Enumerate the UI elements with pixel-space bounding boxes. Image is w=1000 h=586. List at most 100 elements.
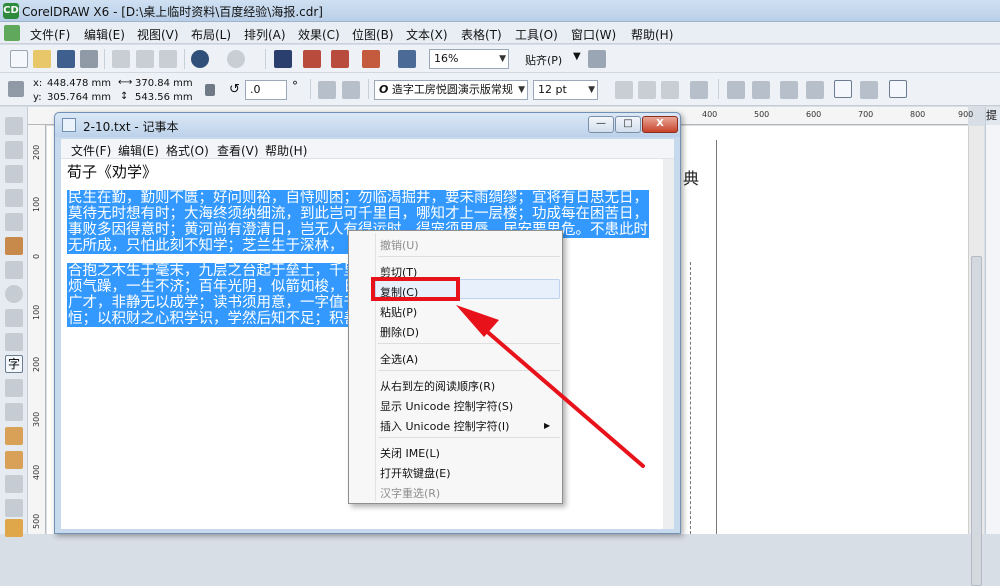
height-field[interactable]: 543.56 mm — [135, 92, 193, 103]
import-icon[interactable] — [303, 50, 321, 68]
canvas-vertical-scrollbar[interactable] — [968, 126, 984, 586]
full-screen-icon[interactable] — [398, 50, 416, 68]
connector-tool-icon[interactable] — [5, 427, 23, 445]
property-bar: x: 448.478 mm y: 305.764 mm ⟷ 370.84 mm … — [0, 73, 1000, 106]
width-field[interactable]: 370.84 mm — [135, 78, 193, 89]
notepad-titlebar[interactable]: 2-10.txt - 记事本 — □ X — [55, 113, 680, 137]
notepad-icon — [62, 118, 76, 132]
notepad-menu-file[interactable]: 文件(F) — [71, 142, 111, 159]
menu-item-reconversion[interactable]: 汉字重选(R) — [380, 485, 440, 501]
text-properties-icon[interactable] — [780, 81, 798, 99]
lock-ratio-icon[interactable] — [205, 84, 215, 96]
ruler-tick-label: 500 — [754, 110, 770, 119]
zoom-tool-icon[interactable] — [5, 189, 23, 207]
menu-item-paste[interactable]: 粘贴(P) — [380, 304, 417, 320]
edit-text-icon[interactable] — [806, 81, 824, 99]
mirror-horizontal-icon[interactable] — [318, 81, 336, 99]
minimize-button[interactable]: — — [588, 116, 614, 133]
zoom-level-combo[interactable]: 16% ▼ — [429, 49, 509, 69]
save-icon[interactable] — [57, 50, 75, 68]
italic-icon[interactable] — [638, 81, 656, 99]
menu-window[interactable]: 窗口(W) — [571, 26, 616, 43]
pick-tool-icon[interactable] — [5, 117, 23, 135]
crop-tool-icon[interactable] — [5, 165, 23, 183]
maximize-button[interactable]: □ — [615, 116, 641, 133]
notepad-menu-view[interactable]: 查看(V) — [217, 142, 259, 159]
vertical-text-icon[interactable] — [860, 81, 878, 99]
menu-layout[interactable]: 布局(L) — [191, 26, 231, 43]
app-title: CorelDRAW X6 - [D:\桌上临时资料\百度经验\海报.cdr] — [22, 5, 323, 19]
table-tool-icon[interactable] — [5, 379, 23, 397]
menu-arrange[interactable]: 排列(A) — [244, 26, 286, 43]
transparency-tool-icon[interactable] — [5, 475, 23, 493]
drop-cap-icon[interactable] — [752, 81, 770, 99]
rotation-field[interactable]: .0 — [245, 80, 287, 100]
menu-item-undo[interactable]: 撤销(U) — [380, 237, 419, 253]
fill-tool-icon[interactable] — [5, 519, 23, 537]
paragraph-line: 莫待无时想有时；大海终须纳细流，到此岂可千里目，哪知才上一层楼；功成每在困苦日， — [67, 206, 649, 222]
notepad-menu-help[interactable]: 帮助(H) — [265, 142, 307, 159]
cut-icon[interactable] — [112, 50, 130, 68]
menu-item-select-all[interactable]: 全选(A) — [380, 351, 418, 367]
basic-shapes-tool-icon[interactable] — [5, 333, 23, 351]
new-document-icon[interactable] — [10, 50, 28, 68]
paste-icon[interactable] — [159, 50, 177, 68]
bullet-list-icon[interactable] — [727, 81, 745, 99]
dimension-tool-icon[interactable] — [5, 403, 23, 421]
undo-icon[interactable] — [191, 50, 209, 68]
menu-item-delete[interactable]: 删除(D) — [380, 324, 419, 340]
snap-to-button[interactable]: 贴齐(P) — [525, 52, 562, 68]
font-size-combo[interactable]: 12 pt ▼ — [533, 80, 598, 100]
horizontal-text-icon[interactable] — [834, 80, 852, 98]
options-icon[interactable] — [588, 50, 606, 68]
copy-icon[interactable] — [136, 50, 154, 68]
export-icon[interactable] — [331, 50, 349, 68]
menu-edit[interactable]: 编辑(E) — [84, 26, 125, 43]
underline-icon[interactable] — [661, 81, 679, 99]
publish-pdf-icon[interactable] — [362, 50, 380, 68]
freehand-tool-icon[interactable] — [5, 213, 23, 231]
eyedropper-tool-icon[interactable] — [5, 499, 23, 517]
font-family-combo[interactable]: O 造字工房悦圆演示版常规 ▼ — [374, 80, 528, 100]
menu-effects[interactable]: 效果(C) — [298, 26, 340, 43]
interactive-oriented-text-icon[interactable] — [889, 80, 907, 98]
chevron-down-icon[interactable]: ▼ — [573, 51, 581, 62]
text-tool-icon[interactable]: 字 — [5, 355, 23, 373]
x-position-field[interactable]: 448.478 mm — [47, 78, 111, 89]
ruler-tick-label: 100 — [32, 304, 41, 320]
search-content-icon[interactable] — [274, 50, 292, 68]
reference-point-icon[interactable] — [8, 81, 24, 97]
notepad-menu-edit[interactable]: 编辑(E) — [118, 142, 159, 159]
ellipse-tool-icon[interactable] — [5, 285, 23, 303]
page-guide — [690, 262, 691, 534]
notepad-menu-format[interactable]: 格式(O) — [166, 142, 209, 159]
notepad-scrollbar[interactable] — [663, 159, 674, 529]
open-folder-icon[interactable] — [33, 50, 51, 68]
polygon-tool-icon[interactable] — [5, 309, 23, 327]
mirror-vertical-icon[interactable] — [342, 81, 360, 99]
rectangle-tool-icon[interactable] — [5, 261, 23, 279]
bold-icon[interactable] — [615, 81, 633, 99]
menu-bitmaps[interactable]: 位图(B) — [352, 26, 394, 43]
docker-tab[interactable]: 提 — [986, 107, 1000, 125]
menu-text[interactable]: 文本(X) — [406, 26, 448, 43]
text-align-icon[interactable] — [690, 81, 708, 99]
paragraph-line: 恒；以积财之心积学识，学然后知不足；积善 得！ — [67, 311, 393, 327]
canvas-text-fragment[interactable]: 典 — [683, 165, 699, 189]
menu-view[interactable]: 视图(V) — [137, 26, 179, 43]
scrollbar-thumb[interactable] — [971, 256, 982, 586]
close-button[interactable]: X — [642, 116, 678, 133]
smart-fill-tool-icon[interactable] — [5, 237, 23, 255]
menu-help[interactable]: 帮助(H) — [631, 26, 673, 43]
blend-tool-icon[interactable] — [5, 451, 23, 469]
menu-tools[interactable]: 工具(O) — [515, 26, 558, 43]
redo-icon[interactable] — [227, 50, 245, 68]
print-icon[interactable] — [80, 50, 98, 68]
menu-file[interactable]: 文件(F) — [30, 26, 70, 43]
menu-table[interactable]: 表格(T) — [461, 26, 502, 43]
menu-item-close-ime[interactable]: 关闭 IME(L) — [380, 445, 440, 461]
coreldraw-logo-icon: CD — [3, 3, 19, 19]
shape-tool-icon[interactable] — [5, 141, 23, 159]
notepad-menubar: 文件(F) 编辑(E) 格式(O) 查看(V) 帮助(H) — [61, 139, 674, 159]
y-position-field[interactable]: 305.764 mm — [47, 92, 111, 103]
